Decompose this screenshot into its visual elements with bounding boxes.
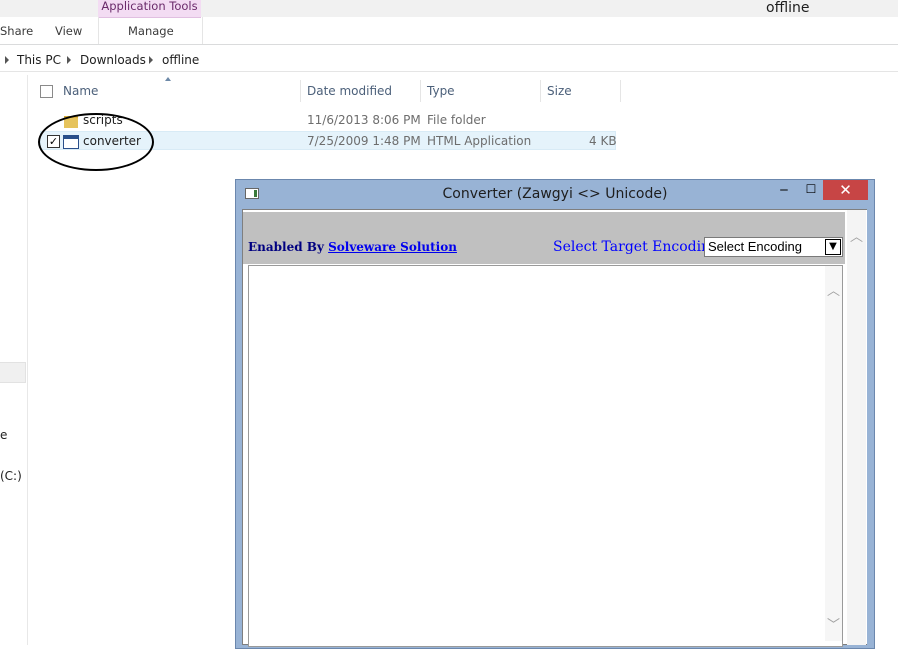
chevron-right-icon (149, 56, 153, 64)
close-button[interactable]: ✕ (823, 180, 868, 200)
nav-item-drive-c[interactable]: (C:) (0, 469, 22, 483)
tab-view[interactable]: View (55, 24, 82, 38)
column-header-name[interactable]: Name (63, 84, 98, 98)
window-scrollbar[interactable] (847, 210, 866, 645)
conversion-textarea[interactable] (248, 265, 843, 647)
encoding-select-value[interactable]: Select Encoding (708, 239, 802, 254)
tab-manage[interactable]: Manage (128, 24, 174, 38)
file-date: 7/25/2009 1:48 PM (307, 134, 421, 148)
nav-selected-item[interactable] (0, 362, 26, 383)
enabled-by-text: Enabled By Solveware Solution (248, 240, 457, 254)
nav-item[interactable]: e (0, 428, 7, 442)
sort-ascending-icon (165, 77, 171, 81)
file-type: File folder (427, 113, 486, 127)
navigation-pane[interactable] (0, 75, 28, 645)
column-separator[interactable] (540, 80, 541, 102)
maximize-button[interactable]: ☐ (800, 182, 822, 202)
scroll-down-icon[interactable]: ﹀ (827, 614, 840, 633)
column-header-size[interactable]: Size (547, 84, 572, 98)
column-header-date-modified[interactable]: Date modified (307, 84, 392, 98)
chevron-right-icon (5, 56, 9, 64)
target-encoding-label: Select Target Encoding : (553, 239, 729, 255)
tab-share[interactable]: Share (0, 24, 33, 38)
file-date: 11/6/2013 8:06 PM (307, 113, 421, 127)
breadcrumb-downloads[interactable]: Downloads (80, 53, 146, 67)
enabled-by-label: Enabled By (248, 240, 329, 254)
ribbon-divider (0, 44, 898, 45)
scroll-up-icon[interactable]: ︿ (827, 280, 840, 299)
file-type: HTML Application (427, 134, 532, 148)
column-separator[interactable] (620, 80, 621, 102)
select-all-checkbox[interactable] (40, 85, 53, 98)
breadcrumb-offline[interactable]: offline (162, 53, 199, 67)
annotation-circle (38, 113, 154, 171)
column-header-type[interactable]: Type (427, 84, 455, 98)
solveware-solution-link[interactable]: Solveware Solution (328, 240, 457, 254)
column-separator[interactable] (420, 80, 421, 102)
textarea-scrollbar[interactable] (825, 266, 842, 641)
breadcrumb-this-pc[interactable]: This PC (17, 53, 61, 67)
chevron-right-icon (67, 56, 71, 64)
scroll-up-icon[interactable]: ︿ (850, 226, 863, 245)
file-size: 4 KB (589, 134, 617, 148)
minimize-button[interactable]: ‒ (773, 182, 795, 202)
window-title: offline (766, 0, 810, 16)
column-separator[interactable] (300, 80, 301, 102)
application-tools-context-tab: Application Tools (98, 0, 201, 18)
chevron-down-icon[interactable]: ▼ (825, 239, 841, 255)
